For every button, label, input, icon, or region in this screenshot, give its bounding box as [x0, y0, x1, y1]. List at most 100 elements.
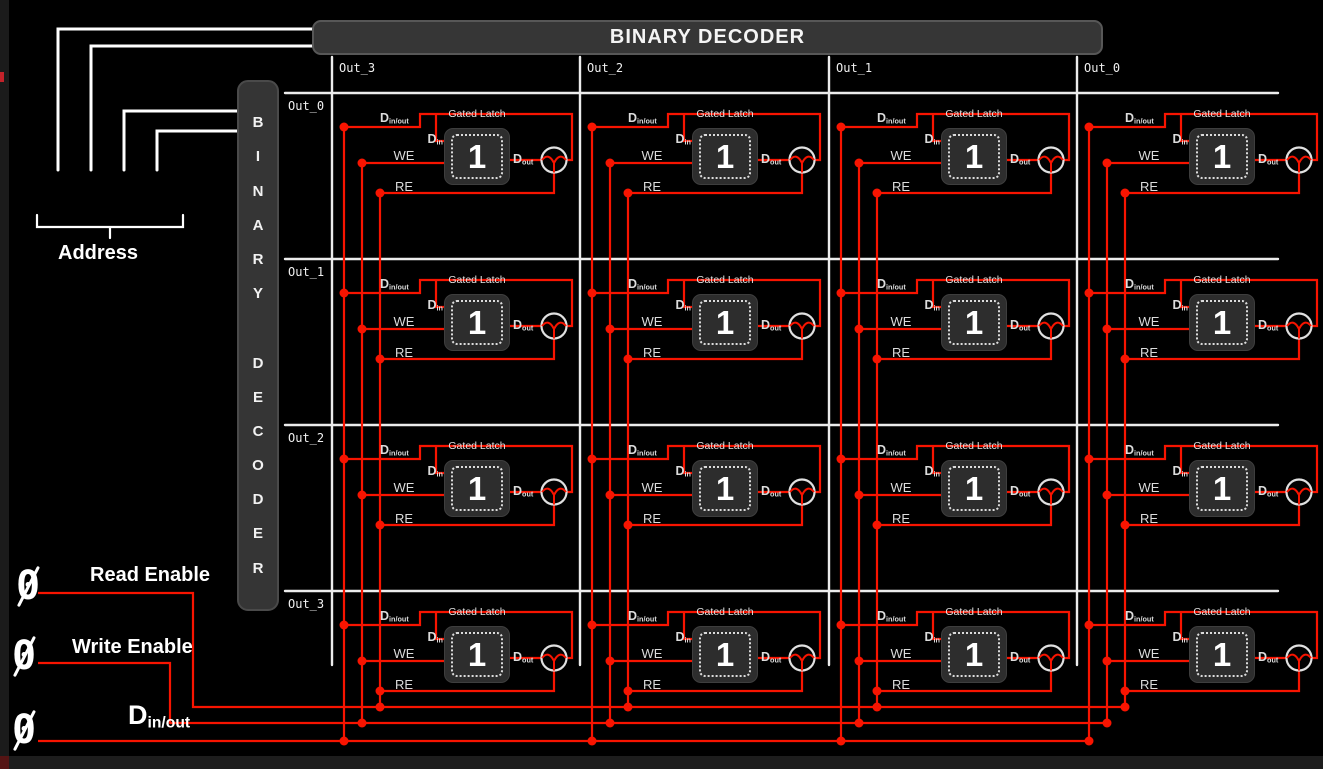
latch-stored-bit: 1 [1213, 140, 1231, 173]
cell-we-label: WE [638, 315, 666, 328]
cell-re-label: RE [390, 346, 418, 359]
latch-value-box: 1 [948, 466, 1000, 511]
decoder-letter: B [253, 115, 264, 130]
decoder-letter: N [253, 184, 264, 199]
din-out-zero-toggle[interactable]: 0 [12, 710, 36, 750]
latch-value-box: 1 [699, 632, 751, 677]
latch-value-box: 1 [1196, 300, 1248, 345]
cell-we-label: WE [1135, 481, 1163, 494]
left-binary-decoder[interactable]: BINARYDECODER [237, 80, 279, 611]
latch-value-box: 1 [451, 632, 503, 677]
cell-din-label: Din [1163, 299, 1188, 312]
read-enable-zero-toggle[interactable]: 0 [16, 566, 40, 606]
gated-latch-chip[interactable]: 1 [941, 460, 1007, 517]
write-enable-zero-toggle[interactable]: 0 [12, 636, 36, 676]
gated-latch-title: Gated Latch [672, 607, 778, 618]
gated-latch-cell-r2-c0: Gated Latch Din/out Din WE RE Dout 1 [332, 425, 580, 591]
cell-re-label: RE [887, 180, 915, 193]
gated-latch-chip[interactable]: 1 [444, 460, 510, 517]
gated-latch-title: Gated Latch [672, 109, 778, 120]
gated-latch-chip[interactable]: 1 [692, 294, 758, 351]
gated-latch-chip[interactable]: 1 [941, 294, 1007, 351]
cell-we-label: WE [390, 315, 418, 328]
read-enable-label: Read Enable [90, 564, 210, 587]
gated-latch-chip[interactable]: 1 [692, 128, 758, 185]
cell-dout-label: Dout [513, 651, 533, 664]
gated-latch-chip[interactable]: 1 [692, 460, 758, 517]
gated-latch-chip[interactable]: 1 [444, 128, 510, 185]
decoder-letter: A [253, 218, 264, 233]
gated-latch-chip[interactable]: 1 [1189, 460, 1255, 517]
latch-stored-bit: 1 [716, 306, 734, 339]
gated-latch-title: Gated Latch [921, 109, 1027, 120]
gated-latch-chip[interactable]: 1 [692, 626, 758, 683]
gated-latch-chip[interactable]: 1 [444, 626, 510, 683]
cell-dout-label: Dout [761, 153, 781, 166]
latch-stored-bit: 1 [965, 472, 983, 505]
cell-dinout-label: Din/out [628, 444, 657, 457]
gated-latch-title: Gated Latch [424, 275, 530, 286]
cell-we-label: WE [1135, 647, 1163, 660]
decoder-letter: C [253, 424, 264, 439]
decoder-letter: E [253, 526, 263, 541]
cell-we-label: WE [638, 481, 666, 494]
din-out-label: Din/out [128, 700, 190, 732]
gated-latch-title: Gated Latch [672, 441, 778, 452]
gated-latch-title: Gated Latch [1169, 109, 1275, 120]
gated-latch-chip[interactable]: 1 [1189, 626, 1255, 683]
gated-latch-title: Gated Latch [424, 441, 530, 452]
latch-stored-bit: 1 [468, 306, 486, 339]
latch-value-box: 1 [699, 134, 751, 179]
latch-stored-bit: 1 [965, 638, 983, 671]
write-enable-label: Write Enable [72, 636, 193, 659]
gated-latch-title: Gated Latch [921, 607, 1027, 618]
gated-latch-chip[interactable]: 1 [1189, 294, 1255, 351]
gated-latch-chip[interactable]: 1 [941, 128, 1007, 185]
latch-value-box: 1 [451, 134, 503, 179]
cell-we-label: WE [390, 149, 418, 162]
row-label: Out_0 [288, 99, 324, 113]
gated-latch-cell-r2-c1: Gated Latch Din/out Din WE RE Dout 1 [580, 425, 828, 591]
cell-din-label: Din [1163, 465, 1188, 478]
gated-latch-chip[interactable]: 1 [941, 626, 1007, 683]
cell-din-label: Din [915, 133, 940, 146]
cell-re-label: RE [887, 346, 915, 359]
cell-dinout-label: Din/out [628, 278, 657, 291]
gated-latch-cell-r0-c0: Gated Latch Din/out Din WE RE Dout 1 [332, 93, 580, 259]
cell-dout-label: Dout [1258, 319, 1278, 332]
gated-latch-chip[interactable]: 1 [444, 294, 510, 351]
gated-latch-cell-r0-c1: Gated Latch Din/out Din WE RE Dout 1 [580, 93, 828, 259]
memory-array-diagram: BINARY DECODER BINARYDECODER Address 0 R… [0, 0, 1323, 769]
latch-stored-bit: 1 [468, 472, 486, 505]
cell-dinout-label: Din/out [1125, 610, 1154, 623]
cell-dinout-label: Din/out [380, 278, 409, 291]
latch-value-box: 1 [699, 300, 751, 345]
latch-value-box: 1 [1196, 632, 1248, 677]
latch-stored-bit: 1 [716, 472, 734, 505]
gated-latch-cell-r1-c3: Gated Latch Din/out Din WE RE Dout 1 [1077, 259, 1323, 425]
gated-latch-cell-r2-c2: Gated Latch Din/out Din WE RE Dout 1 [829, 425, 1077, 591]
cell-din-label: Din [1163, 133, 1188, 146]
row-label: Out_1 [288, 265, 324, 279]
cell-dinout-label: Din/out [628, 112, 657, 125]
cell-we-label: WE [887, 149, 915, 162]
gated-latch-title: Gated Latch [1169, 441, 1275, 452]
cell-re-label: RE [887, 678, 915, 691]
cell-din-label: Din [1163, 631, 1188, 644]
left-strip [0, 0, 9, 769]
cell-dout-label: Dout [1010, 651, 1030, 664]
cell-re-label: RE [1135, 180, 1163, 193]
latch-stored-bit: 1 [965, 306, 983, 339]
column-label: Out_1 [836, 61, 872, 75]
latch-stored-bit: 1 [965, 140, 983, 173]
cell-dout-label: Dout [1010, 319, 1030, 332]
cell-dout-label: Dout [1258, 485, 1278, 498]
decoder-letter: O [252, 458, 264, 473]
gated-latch-chip[interactable]: 1 [1189, 128, 1255, 185]
cell-dout-label: Dout [1010, 485, 1030, 498]
top-binary-decoder[interactable]: BINARY DECODER [312, 20, 1103, 55]
cell-dinout-label: Din/out [1125, 112, 1154, 125]
cell-we-label: WE [887, 647, 915, 660]
cell-din-label: Din [666, 631, 691, 644]
gated-latch-cell-r0-c3: Gated Latch Din/out Din WE RE Dout 1 [1077, 93, 1323, 259]
